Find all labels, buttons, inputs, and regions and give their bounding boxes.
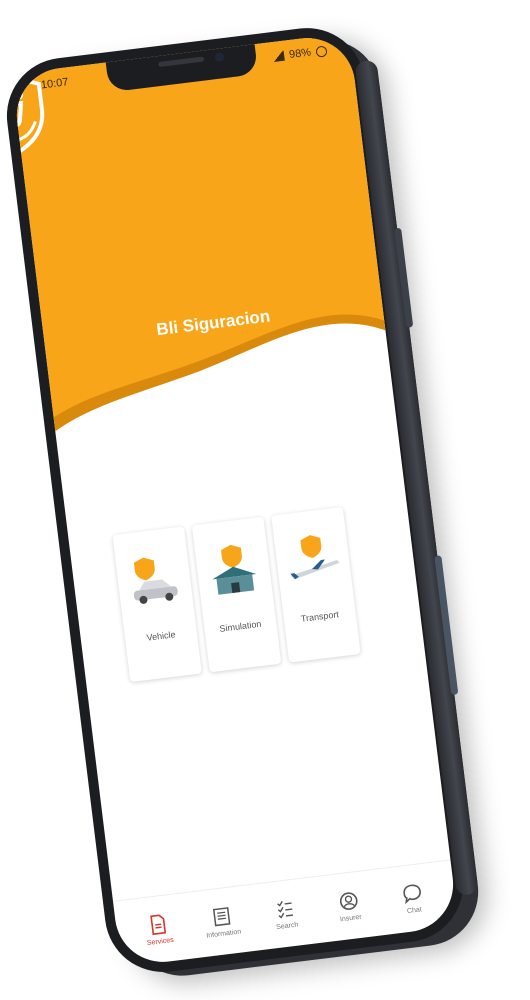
tab-label: Search — [275, 921, 299, 932]
front-camera — [214, 52, 225, 63]
header-background — [11, 32, 386, 432]
tab-insurer[interactable]: Insurer — [323, 887, 377, 925]
insurer-icon — [339, 892, 358, 910]
tab-services[interactable]: Services — [132, 911, 186, 949]
app-header: 10:07 98% Bli Siguracion — [11, 32, 392, 432]
promo-scene: 10:07 98% Bli Siguracion Vehicle Simulat… — [0, 0, 530, 1000]
card-label: Transport — [300, 609, 340, 624]
tab-search[interactable]: Search — [259, 895, 313, 933]
tab-chat[interactable]: Chat — [386, 879, 440, 917]
card-transport[interactable]: Transport — [271, 506, 361, 663]
news-icon — [212, 907, 231, 927]
card-vehicle[interactable]: Vehicle — [112, 526, 202, 683]
tab-label: Insurer — [339, 913, 363, 924]
tab-label: Services — [146, 936, 175, 948]
car-icon — [133, 557, 178, 604]
card-label: Vehicle — [146, 629, 177, 643]
signal-icon — [271, 50, 285, 63]
tab-label: Chat — [406, 906, 423, 916]
document-icon — [150, 914, 167, 936]
airplane-icon — [290, 535, 340, 580]
card-label: Simulation — [218, 618, 262, 634]
house-icon — [212, 544, 257, 595]
tab-information[interactable]: Information — [196, 903, 250, 941]
chat-bubble-icon — [403, 884, 421, 905]
tab-label: Information — [206, 928, 242, 940]
card-simulation[interactable]: Simulation — [191, 516, 282, 673]
phone-frame: 10:07 98% Bli Siguracion Vehicle Simulat… — [0, 21, 479, 979]
battery-icon — [315, 44, 328, 58]
service-cards: Vehicle Simulation Transport — [112, 506, 361, 683]
checklist-icon — [277, 900, 294, 919]
app-screen: 10:07 98% Bli Siguracion Vehicle Simulat… — [11, 32, 459, 968]
earpiece-speaker — [158, 56, 205, 68]
bottom-tab-bar: Services Information Search Insurer Chat — [112, 859, 459, 968]
